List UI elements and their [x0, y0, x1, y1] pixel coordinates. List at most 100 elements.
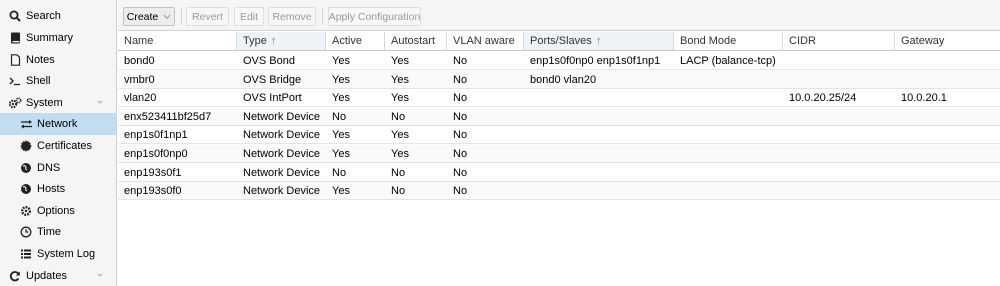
cell-gateway — [895, 108, 1000, 126]
sidebar-item-label: Summary — [26, 32, 74, 44]
cell-gateway — [895, 126, 1000, 144]
sidebar-item-summary[interactable]: Summary — [0, 27, 116, 49]
cell-type: Network Device — [243, 148, 321, 160]
sidebar-item-label: Certificates — [37, 140, 93, 152]
column-header-vlan-aware[interactable]: VLAN aware — [447, 32, 524, 51]
column-header-name[interactable]: Name — [118, 32, 237, 51]
cell-ports-slaves — [524, 126, 674, 144]
table-row[interactable]: enp1s0f0np0 Network Device Yes Yes No — [118, 145, 1000, 163]
sidebar-item-system[interactable]: System — [0, 92, 116, 114]
column-header-autostart[interactable]: Autostart — [385, 32, 447, 51]
sidebar-item-label: Hosts — [37, 183, 66, 195]
table-row[interactable]: enx523411bf25d7 Network Device No No No — [118, 107, 1000, 126]
cell-type: OVS Bond — [243, 55, 295, 67]
apply-configuration-button[interactable]: Apply Configuration — [328, 7, 421, 26]
cell-name: enp1s0f1np1 — [124, 129, 188, 142]
cell-vlan-aware: No — [453, 148, 468, 160]
sidebar-item-options[interactable]: Options — [0, 200, 116, 222]
table-row[interactable]: vlan20 OVS IntPort Yes Yes No 10.0.20.25/24 10… — [118, 89, 1000, 108]
cell-gateway — [895, 52, 1000, 70]
table-row[interactable]: enp193s0f1 Network Device No No No — [118, 164, 1000, 182]
sidebar-item-notes[interactable]: Notes — [0, 49, 116, 71]
sidebar-item-hosts[interactable]: Hosts — [0, 178, 116, 200]
sidebar-item-system-log[interactable]: System Log — [0, 243, 116, 265]
cell-gateway — [895, 71, 1000, 89]
sidebar-item-dns[interactable]: DNS — [0, 157, 116, 179]
sidebar-item-label: System — [26, 97, 63, 109]
list-icon — [19, 247, 33, 261]
cell-active: Yes — [332, 73, 350, 86]
sidebar-item-label: System Log — [37, 248, 96, 260]
remove-button[interactable]: Remove — [268, 7, 316, 26]
cell-bond-mode — [674, 108, 783, 126]
cell-cidr — [783, 182, 895, 200]
sidebar-item-updates[interactable]: Updates — [0, 265, 116, 286]
cell-active: Yes — [332, 129, 350, 142]
sidebar-item-network[interactable]: Network — [0, 113, 116, 135]
toolbar-separator — [181, 8, 182, 25]
globe-icon — [19, 182, 33, 196]
column-header-type[interactable]: Type ↑ — [237, 32, 326, 51]
cell-type: Network Device — [243, 129, 321, 142]
table-row[interactable]: bond0 OVS Bond Yes Yes No enp1s0f0np0 enp1s0f… — [118, 52, 1000, 70]
table-row[interactable]: vmbr0 OVS Bridge Yes Yes No bond0 vlan20 — [118, 70, 1000, 89]
network-grid: Name Type ↑ Active Autostart VLAN aware P… — [118, 32, 1000, 286]
cell-ports-slaves — [524, 164, 674, 182]
cell-vlan-aware: No — [453, 129, 468, 142]
refresh-icon — [8, 269, 22, 283]
cell-gateway — [895, 182, 1000, 200]
chevron-down-icon[interactable] — [94, 269, 106, 281]
cell-vlan-aware: No — [453, 110, 468, 123]
column-header-bond-mode[interactable]: Bond Mode — [674, 32, 783, 51]
sidebar-item-label: Options — [37, 205, 75, 217]
sidebar-item-time[interactable]: Time — [0, 221, 116, 243]
table-row[interactable]: enp193s0f0 Network Device Yes No No — [118, 182, 1000, 201]
cell-ports-slaves: enp1s0f0np0 enp1s0f1np1 — [530, 55, 661, 67]
cell-active: No — [332, 110, 347, 123]
cell-bond-mode: LACP (balance-tcp) — [680, 55, 776, 67]
cell-type: Network Device — [243, 185, 321, 198]
search-icon — [8, 9, 22, 23]
sidebar-item-label: Notes — [26, 54, 55, 66]
chevron-down-icon[interactable] — [94, 96, 106, 108]
table-row[interactable]: enp1s0f1np1 Network Device Yes Yes No — [118, 126, 1000, 145]
sidebar-nav: Search Summary Notes Shell System Networ… — [0, 0, 117, 286]
sidebar-item-label: Network — [37, 118, 78, 130]
sidebar-item-certificates[interactable]: Certificates — [0, 135, 116, 157]
revert-button[interactable]: Revert — [186, 7, 229, 26]
cell-bond-mode — [674, 182, 783, 200]
edit-button[interactable]: Edit — [234, 7, 264, 26]
cell-bond-mode — [674, 145, 783, 163]
column-header-ports-slaves[interactable]: Ports/Slaves ↑ — [524, 32, 674, 51]
cell-active: Yes — [332, 55, 350, 67]
globe-icon — [19, 161, 33, 175]
sidebar-item-search[interactable]: Search — [0, 5, 116, 27]
gear-icon — [19, 204, 33, 218]
column-header-gateway[interactable]: Gateway — [895, 32, 1000, 51]
cell-vlan-aware: No — [453, 92, 468, 105]
sort-ascending-icon: ↑ — [595, 35, 602, 47]
cell-type: Network Device — [243, 166, 321, 179]
cell-bond-mode — [674, 164, 783, 182]
cell-bond-mode — [674, 71, 783, 89]
create-button-label: Create — [126, 10, 159, 23]
column-header-cidr[interactable]: CIDR — [783, 32, 895, 51]
cell-ports-slaves — [524, 145, 674, 163]
cell-active: Yes — [332, 185, 350, 198]
cell-ports-slaves — [524, 89, 674, 107]
cell-name: enx523411bf25d7 — [124, 110, 212, 123]
sidebar-item-label: Time — [37, 226, 62, 238]
cell-cidr — [783, 126, 895, 144]
terminal-icon — [8, 74, 22, 88]
column-header-active[interactable]: Active — [326, 32, 385, 51]
sidebar-item-shell[interactable]: Shell — [0, 70, 116, 92]
sidebar-item-label: Search — [26, 10, 61, 22]
cell-name: vmbr0 — [124, 73, 155, 86]
cell-active: Yes — [332, 148, 350, 160]
sidebar-item-label: Shell — [26, 75, 51, 87]
create-button[interactable]: Create — [123, 7, 175, 26]
chevron-down-icon — [163, 14, 171, 20]
sidebar-item-label: DNS — [37, 162, 61, 174]
cell-active: No — [332, 166, 347, 179]
cell-type: OVS Bridge — [243, 73, 302, 86]
